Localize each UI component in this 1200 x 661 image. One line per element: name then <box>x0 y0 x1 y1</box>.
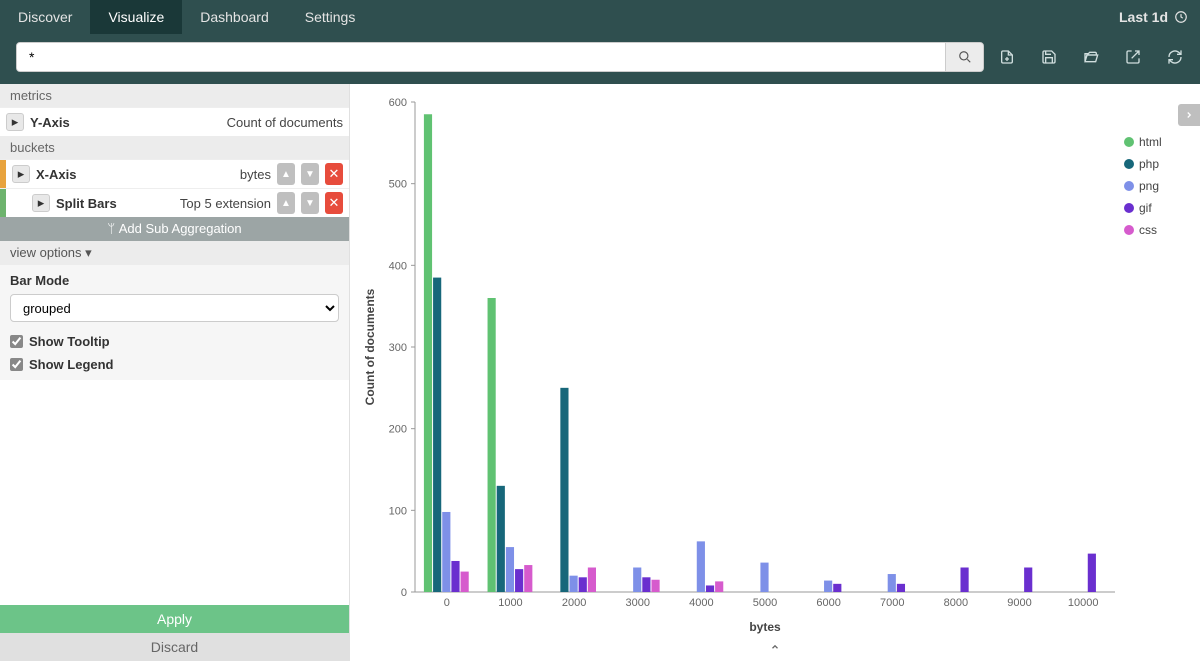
expand-toggle[interactable]: ▸ <box>32 194 50 212</box>
legend-item[interactable]: php <box>1139 157 1159 171</box>
svg-text:3000: 3000 <box>625 597 649 609</box>
svg-text:bytes: bytes <box>749 620 781 634</box>
legend-item[interactable]: png <box>1139 179 1159 193</box>
save-icon[interactable] <box>1040 48 1058 66</box>
metrics-header: metrics <box>0 84 349 107</box>
delete-button[interactable]: ✕ <box>325 163 343 185</box>
search-box <box>16 42 984 72</box>
apply-button[interactable]: Apply <box>0 605 349 633</box>
svg-text:0: 0 <box>444 597 450 609</box>
search-row <box>0 34 1200 84</box>
expand-panel-button[interactable] <box>350 639 1200 655</box>
svg-text:10000: 10000 <box>1068 597 1099 609</box>
svg-text:1000: 1000 <box>498 597 522 609</box>
svg-text:8000: 8000 <box>944 597 968 609</box>
branch-icon: ᛘ <box>107 222 115 237</box>
stripe-icon <box>0 189 6 217</box>
view-options-toggle[interactable]: view options ▾ <box>0 241 349 265</box>
xaxis-label: X-Axis <box>36 167 76 182</box>
legend-item[interactable]: css <box>1139 223 1157 237</box>
time-label: Last 1d <box>1119 9 1168 25</box>
top-nav: DiscoverVisualizeDashboardSettings Last … <box>0 0 1200 34</box>
bar-chart: 0100200300400500600010002000300040005000… <box>360 92 1190 637</box>
show-legend-checkbox[interactable] <box>10 358 23 371</box>
share-icon[interactable] <box>1124 48 1142 66</box>
yaxis-label: Y-Axis <box>30 115 70 130</box>
open-icon[interactable] <box>1082 48 1100 66</box>
new-icon[interactable] <box>998 48 1016 66</box>
xaxis-value: bytes <box>240 167 271 182</box>
expand-toggle[interactable]: ▸ <box>12 165 30 183</box>
bar-mode-label: Bar Mode <box>10 273 339 288</box>
nav-discover[interactable]: Discover <box>0 0 90 34</box>
move-down-button[interactable]: ▼ <box>301 192 319 214</box>
search-icon <box>958 50 972 64</box>
move-up-button[interactable]: ▲ <box>277 163 295 185</box>
splitbars-value: Top 5 extension <box>180 196 271 211</box>
svg-text:400: 400 <box>389 260 407 272</box>
expand-toggle[interactable]: ▸ <box>6 113 24 131</box>
svg-text:600: 600 <box>389 97 407 109</box>
clock-icon <box>1174 10 1188 24</box>
show-tooltip-label: Show Tooltip <box>29 334 110 349</box>
svg-text:500: 500 <box>389 179 407 191</box>
svg-text:Count of documents: Count of documents <box>363 288 377 405</box>
svg-text:0: 0 <box>401 587 407 599</box>
move-up-button[interactable]: ▲ <box>277 192 295 214</box>
svg-text:300: 300 <box>389 342 407 354</box>
sidebar: metrics ▸ Y-Axis Count of documents buck… <box>0 84 350 661</box>
yaxis-value: Count of documents <box>227 115 343 130</box>
chevron-up-icon <box>768 642 782 652</box>
nav-visualize[interactable]: Visualize <box>90 0 182 34</box>
time-picker[interactable]: Last 1d <box>1107 0 1200 34</box>
svg-text:4000: 4000 <box>689 597 713 609</box>
show-tooltip-checkbox[interactable] <box>10 335 23 348</box>
chevron-right-icon <box>1184 110 1194 120</box>
toolbar-icons <box>998 48 1184 66</box>
nav-dashboard[interactable]: Dashboard <box>182 0 287 34</box>
search-input[interactable] <box>17 43 945 71</box>
stripe-icon <box>0 160 6 188</box>
nav-settings[interactable]: Settings <box>287 0 374 34</box>
svg-text:2000: 2000 <box>562 597 586 609</box>
legend-item[interactable]: html <box>1139 135 1162 149</box>
splitbars-row: ▸ Split Bars Top 5 extension ▲ ▼ ✕ <box>0 188 349 217</box>
chart-panel: 0100200300400500600010002000300040005000… <box>350 84 1200 661</box>
buckets-header: buckets <box>0 136 349 159</box>
discard-button[interactable]: Discard <box>0 633 349 661</box>
xaxis-row: ▸ X-Axis bytes ▲ ▼ ✕ <box>0 159 349 188</box>
svg-text:9000: 9000 <box>1007 597 1031 609</box>
add-sub-aggregation[interactable]: ᛘ Add Sub Aggregation <box>0 217 349 241</box>
svg-text:6000: 6000 <box>816 597 840 609</box>
yaxis-row: ▸ Y-Axis Count of documents <box>0 107 349 136</box>
show-legend-label: Show Legend <box>29 357 114 372</box>
svg-text:5000: 5000 <box>753 597 777 609</box>
svg-text:200: 200 <box>389 424 407 436</box>
search-button[interactable] <box>945 43 983 71</box>
svg-text:7000: 7000 <box>880 597 904 609</box>
delete-button[interactable]: ✕ <box>325 192 343 214</box>
svg-text:100: 100 <box>389 505 407 517</box>
move-down-button[interactable]: ▼ <box>301 163 319 185</box>
splitbars-label: Split Bars <box>56 196 117 211</box>
collapse-legend-button[interactable] <box>1178 104 1200 126</box>
legend-item[interactable]: gif <box>1139 201 1152 215</box>
refresh-icon[interactable] <box>1166 48 1184 66</box>
bar-mode-select[interactable]: grouped <box>10 294 339 322</box>
